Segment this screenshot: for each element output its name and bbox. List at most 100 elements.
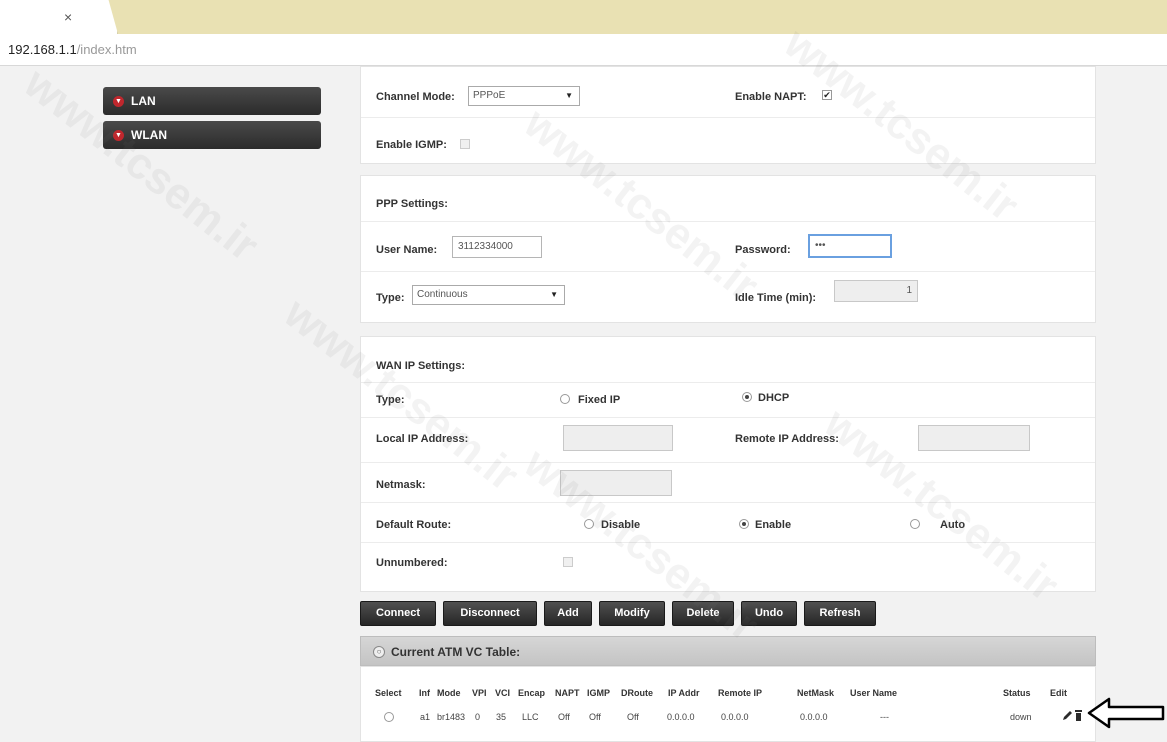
refresh-button[interactable]: Refresh bbox=[804, 601, 876, 626]
column-header: VPI bbox=[472, 688, 487, 698]
browser-tab-strip: × bbox=[0, 0, 1167, 34]
atm-table-body bbox=[360, 666, 1096, 742]
sidebar-item-lan[interactable]: ▼ LAN bbox=[103, 87, 321, 115]
cell-droute: Off bbox=[627, 712, 639, 722]
local-ip-label: Local IP Address: bbox=[376, 433, 469, 445]
channel-mode-label: Channel Mode: bbox=[376, 91, 455, 103]
divider bbox=[361, 221, 1095, 222]
cell-inf: a1 bbox=[420, 712, 431, 722]
column-header: Status bbox=[1003, 688, 1031, 698]
column-header: IP Addr bbox=[668, 688, 700, 698]
wan-ip-settings-title: WAN IP Settings: bbox=[376, 360, 466, 372]
atm-table-header: ○ Current ATM VC Table: bbox=[360, 636, 1096, 666]
netmask-input[interactable] bbox=[560, 470, 672, 496]
sidebar-item-label: LAN bbox=[131, 94, 156, 108]
channel-mode-value: PPPoE bbox=[473, 90, 506, 101]
remote-ip-input[interactable] bbox=[918, 425, 1030, 451]
password-input[interactable]: ••• bbox=[808, 234, 892, 258]
divider bbox=[361, 271, 1095, 272]
route-enable-radio[interactable] bbox=[739, 519, 749, 529]
expand-icon: ▼ bbox=[113, 96, 124, 107]
cell-remote-ip: 0.0.0.0 bbox=[721, 712, 749, 722]
ppp-type-select[interactable]: Continuous ▼ bbox=[412, 285, 565, 305]
column-header: Inf bbox=[419, 688, 430, 698]
fixed-ip-radio[interactable] bbox=[560, 394, 570, 404]
collapse-icon[interactable]: ○ bbox=[373, 646, 385, 658]
divider bbox=[361, 117, 1095, 118]
route-auto-radio[interactable] bbox=[910, 519, 920, 529]
browser-tab[interactable]: × bbox=[0, 0, 118, 34]
cell-mode: br1483 bbox=[437, 712, 466, 722]
column-header: IGMP bbox=[587, 688, 611, 698]
local-ip-input[interactable] bbox=[563, 425, 673, 451]
delete-button[interactable]: Delete bbox=[672, 601, 734, 626]
column-header: NetMask bbox=[797, 688, 835, 698]
trash-icon[interactable] bbox=[1075, 710, 1082, 721]
divider bbox=[361, 417, 1095, 418]
ppp-type-value: Continuous bbox=[417, 289, 468, 300]
column-header: Select bbox=[375, 688, 402, 698]
enable-igmp-checkbox[interactable] bbox=[460, 139, 470, 149]
annotation-arrow-icon bbox=[1087, 697, 1165, 729]
default-route-label: Default Route: bbox=[376, 519, 452, 531]
add-button[interactable]: Add bbox=[544, 601, 592, 626]
fixed-ip-label: Fixed IP bbox=[578, 394, 621, 406]
idle-time-label: Idle Time (min): bbox=[735, 292, 817, 304]
unnumbered-checkbox[interactable] bbox=[563, 557, 573, 567]
divider bbox=[361, 542, 1095, 543]
route-enable-label: Enable bbox=[755, 519, 792, 531]
enable-igmp-label: Enable IGMP: bbox=[376, 139, 447, 151]
divider bbox=[361, 462, 1095, 463]
pencil-icon[interactable] bbox=[1063, 711, 1072, 720]
address-host: 192.168.1.1 bbox=[8, 42, 77, 57]
cell-encap: LLC bbox=[522, 712, 539, 722]
ppp-settings-title: PPP Settings: bbox=[376, 198, 448, 210]
idle-time-input[interactable]: 1 bbox=[834, 280, 918, 302]
sidebar-item-label: WLAN bbox=[131, 128, 167, 142]
enable-napt-label: Enable NAPT: bbox=[735, 91, 807, 103]
divider bbox=[361, 382, 1095, 383]
address-bar[interactable]: 192.168.1.1/index.htm bbox=[0, 34, 1167, 66]
netmask-label: Netmask: bbox=[376, 479, 426, 491]
atm-table-title: Current ATM VC Table: bbox=[391, 645, 521, 659]
ppp-type-label: Type: bbox=[376, 292, 405, 304]
wan-ip-settings-panel bbox=[360, 336, 1096, 592]
route-auto-label: Auto bbox=[940, 519, 966, 531]
enable-napt-checkbox[interactable]: ✔ bbox=[822, 90, 832, 100]
sidebar-item-wlan[interactable]: ▼ WLAN bbox=[103, 121, 321, 149]
column-header: DRoute bbox=[621, 688, 653, 698]
cell-ip-addr: 0.0.0.0 bbox=[667, 712, 695, 722]
cell-vpi: 0 bbox=[475, 712, 481, 722]
column-header: Remote IP bbox=[718, 688, 763, 698]
dhcp-label: DHCP bbox=[758, 392, 790, 404]
column-header: VCI bbox=[495, 688, 511, 698]
cell-netmask: 0.0.0.0 bbox=[800, 712, 828, 722]
password-label: Password: bbox=[735, 244, 791, 256]
expand-icon: ▼ bbox=[113, 130, 124, 141]
connect-button[interactable]: Connect bbox=[360, 601, 436, 626]
channel-mode-select[interactable]: PPPoE ▼ bbox=[468, 86, 580, 106]
dhcp-radio[interactable] bbox=[742, 392, 752, 402]
address-url[interactable]: 192.168.1.1/index.htm bbox=[8, 42, 137, 57]
chevron-down-icon: ▼ bbox=[565, 91, 573, 100]
column-header: Encap bbox=[518, 688, 546, 698]
undo-button[interactable]: Undo bbox=[741, 601, 797, 626]
tab-close-icon[interactable]: × bbox=[64, 9, 72, 25]
cell-status: down bbox=[1010, 712, 1032, 722]
remote-ip-label: Remote IP Address: bbox=[735, 433, 839, 445]
row-select-radio[interactable] bbox=[384, 712, 394, 722]
column-header: NAPT bbox=[555, 688, 580, 698]
unnumbered-label: Unnumbered: bbox=[376, 557, 448, 569]
disconnect-button[interactable]: Disconnect bbox=[443, 601, 537, 626]
column-header: User Name bbox=[850, 688, 898, 698]
cell-igmp: Off bbox=[589, 712, 601, 722]
column-header: Edit bbox=[1050, 688, 1067, 698]
column-header: Mode bbox=[437, 688, 461, 698]
modify-button[interactable]: Modify bbox=[599, 601, 665, 626]
route-disable-radio[interactable] bbox=[584, 519, 594, 529]
username-label: User Name: bbox=[376, 244, 438, 256]
username-input[interactable]: 3112334000 bbox=[452, 236, 542, 258]
row-actions bbox=[1063, 710, 1082, 721]
cell-napt: Off bbox=[558, 712, 570, 722]
address-path: /index.htm bbox=[76, 42, 137, 57]
